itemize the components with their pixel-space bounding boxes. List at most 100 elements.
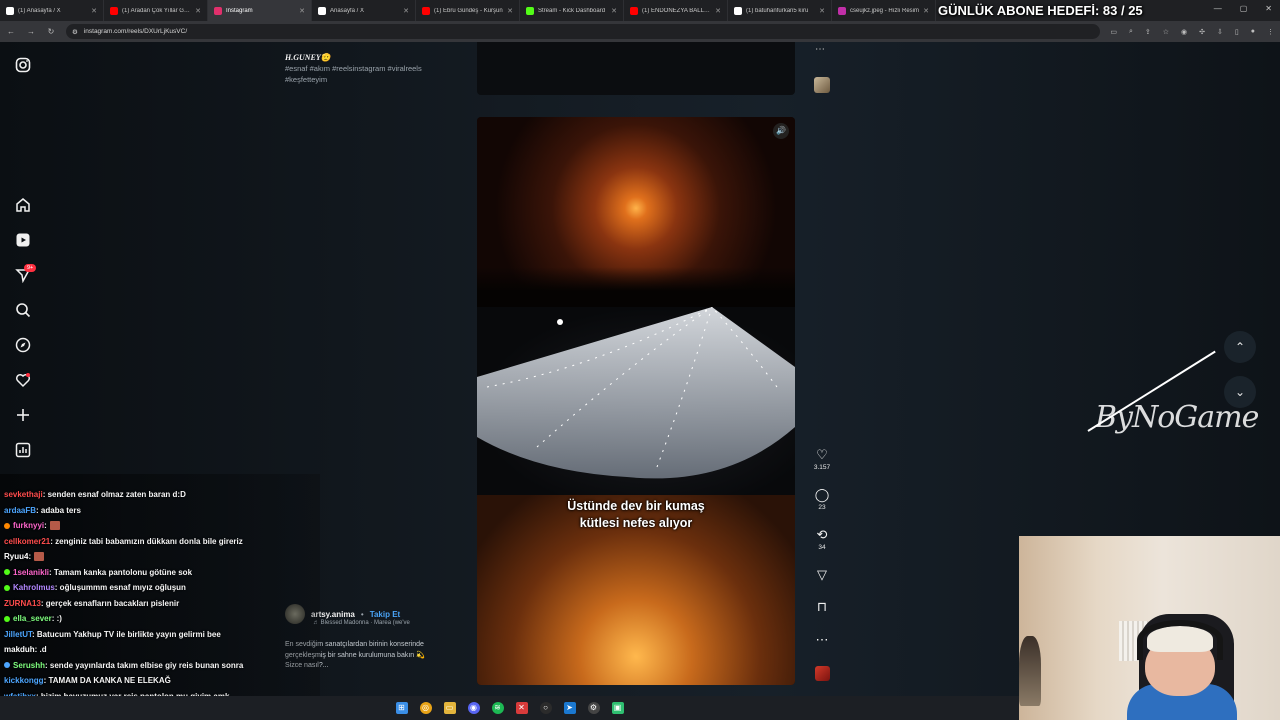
app-icon[interactable]: ▣ — [611, 702, 624, 714]
previous-post-author[interactable]: H.GUNEY🫡 — [285, 52, 465, 63]
tab-close-icon[interactable]: ✕ — [403, 7, 409, 15]
save-button[interactable]: ⊓ — [808, 599, 836, 614]
site-info-icon[interactable]: ⚙ — [72, 28, 78, 36]
browser-tab[interactable]: Instagram ✕ — [208, 0, 312, 21]
home-icon[interactable] — [14, 197, 32, 215]
maximize-button[interactable]: ▢ — [1240, 4, 1248, 13]
audio-thumbnail[interactable] — [815, 666, 830, 681]
chat-username: ella_sever — [13, 614, 52, 623]
follow-button[interactable]: Takip Et — [370, 610, 401, 619]
repost-icon: ⟲ — [816, 527, 828, 542]
tab-close-icon[interactable]: ✕ — [299, 7, 305, 15]
reload-button[interactable]: ↻ — [46, 27, 56, 36]
extension-icon[interactable]: ◉ — [1181, 28, 1187, 36]
repost-button[interactable]: ⟲ 34 — [808, 527, 836, 551]
chat-badge-icon — [4, 569, 10, 576]
subtitle-line-1: Üstünde dev bir kumaş — [567, 499, 705, 513]
window-controls: — ▢ ✕ — [1214, 4, 1272, 13]
previous-reel-video[interactable] — [477, 42, 795, 95]
dashboard-icon[interactable] — [14, 442, 32, 460]
tab-title: Anasayfa / X — [330, 7, 365, 14]
browser-tab[interactable]: Stream - Kick Dashboard ✕ — [520, 0, 624, 21]
chat-username: Serushh — [13, 660, 46, 670]
tab-close-icon[interactable]: ✕ — [611, 7, 617, 15]
chat-text: : — [28, 552, 32, 561]
file-explorer-icon[interactable]: ▭ — [443, 702, 456, 714]
more-options-icon[interactable]: ⋯ — [815, 44, 825, 55]
settings-icon[interactable]: ⚙ — [587, 702, 600, 714]
notifications-heart-icon[interactable] — [14, 372, 32, 390]
browser-tab[interactable]: (1) Anasayfa / X ✕ — [0, 0, 104, 21]
more-options-button[interactable]: ⋯ — [808, 632, 836, 647]
youtube-icon — [422, 6, 430, 15]
browser-tab[interactable]: cseujkz.jpeg - Hızlı Resim ✕ — [832, 0, 936, 21]
back-button[interactable]: ← — [6, 27, 16, 36]
sidebar-toggle-icon[interactable]: ▯ — [1235, 28, 1239, 36]
chat-username: JilletUT — [4, 629, 33, 639]
forward-button[interactable]: → — [26, 27, 36, 36]
tab-close-icon[interactable]: ✕ — [507, 7, 513, 15]
tab-close-icon[interactable]: ✕ — [195, 7, 201, 15]
reel-video[interactable]: 🔊 Üstünde dev bir kumaş kütlesi nefes al… — [477, 117, 795, 685]
browser-tab[interactable]: (1) Aradan Çok Yıllar Geçti ✕ — [104, 0, 208, 21]
messages-badge: 9+ — [24, 264, 37, 272]
chat-message: furknyyi: — [4, 521, 60, 531]
reel-audio-info[interactable]: ♬ Blessed Madonna · Marea (we've — [313, 620, 410, 626]
chat-message: cellkomer21: zenginiz tabi babamızın dük… — [4, 537, 243, 546]
chat-username: makduh — [4, 645, 35, 654]
crowd-silhouette — [477, 267, 795, 307]
previous-audio-thumbnail[interactable] — [814, 77, 830, 93]
youtube-icon — [110, 6, 118, 15]
browser-tab[interactable]: (1) batuhanfurkan5 kıru ✕ — [728, 0, 832, 21]
previous-post-hashtags: #esnaf #akım #reelsinstagram #viralreels… — [285, 64, 422, 84]
x-app-icon[interactable]: ✕ — [515, 702, 528, 714]
chat-message: ella_sever: :) — [4, 614, 62, 623]
discord-icon[interactable]: ◉ — [467, 702, 480, 714]
zoom-icon[interactable]: ⌕ — [1129, 28, 1133, 36]
create-plus-icon[interactable] — [14, 407, 32, 425]
comment-button[interactable]: ◯ 23 — [808, 487, 836, 511]
profile-avatar[interactable]: ● — [1251, 28, 1255, 36]
chat-text: : sende yayınlarda takım elbise giy reis… — [45, 660, 244, 670]
subtitle-line-2: kütlesi nefes alıyor — [579, 516, 693, 530]
comment-count: 23 — [818, 504, 826, 511]
chat-text: : gerçek esnafların bacakları pislenir — [40, 598, 180, 608]
chat-username: kickkongg — [4, 676, 44, 685]
chrome-icon[interactable]: ◎ — [419, 702, 432, 714]
browser-tab[interactable]: (1) Ebru Gündeş - Kurşun ✕ — [416, 0, 520, 21]
share-icon[interactable]: ⇪ — [1145, 28, 1151, 36]
browser-tab[interactable]: Anasayfa / X ✕ — [312, 0, 416, 21]
like-count: 3.157 — [813, 464, 831, 471]
bookmark-star-icon[interactable]: ☆ — [1163, 28, 1169, 36]
share-button[interactable]: ▽ — [808, 567, 836, 582]
previous-reel-button[interactable]: ⌃ — [1224, 331, 1256, 363]
ellipsis-icon: ⋯ — [815, 632, 829, 647]
chat-text: : Tamam kanka pantolonu götüne sok — [49, 567, 193, 577]
steam-icon[interactable]: ➤ — [563, 702, 576, 714]
obs-icon[interactable]: ○ — [539, 702, 552, 714]
url-field[interactable]: ⚙ instagram.com/reels/DXUrLjKusVC/ — [66, 24, 1101, 39]
download-icon[interactable]: ⇩ — [1217, 28, 1223, 36]
screen-cast-icon[interactable]: ▭ — [1110, 28, 1117, 36]
streamer-watermark-logo: ByNoGame — [1095, 400, 1259, 435]
search-icon[interactable] — [14, 302, 32, 320]
tab-close-icon[interactable]: ✕ — [923, 7, 929, 15]
spotify-icon[interactable]: ≋ — [491, 702, 504, 714]
audio-toggle-icon[interactable]: 🔊 — [773, 123, 789, 139]
tab-close-icon[interactable]: ✕ — [91, 7, 97, 15]
browser-tab[interactable]: (1) ENDONEZYA BALLBU ✕ — [624, 0, 728, 21]
instagram-logo-icon[interactable] — [14, 57, 32, 75]
close-window-button[interactable]: ✕ — [1265, 4, 1272, 13]
tab-close-icon[interactable]: ✕ — [819, 7, 825, 15]
minimize-button[interactable]: — — [1214, 4, 1222, 13]
extensions-puzzle-icon[interactable]: ✣ — [1199, 28, 1205, 36]
browser-menu-icon[interactable]: ⋮ — [1267, 28, 1274, 36]
like-button[interactable]: ♡ 3.157 — [808, 447, 836, 471]
explore-icon[interactable] — [14, 337, 32, 355]
chat-badge-icon — [4, 584, 10, 591]
tab-close-icon[interactable]: ✕ — [715, 7, 721, 15]
chat-text: : Batucum Yakhup TV ile birlikte yayın g… — [32, 629, 221, 639]
reels-icon[interactable] — [14, 232, 32, 250]
start-menu-icon[interactable]: ⊞ — [395, 702, 408, 714]
youtube-icon — [630, 6, 638, 15]
